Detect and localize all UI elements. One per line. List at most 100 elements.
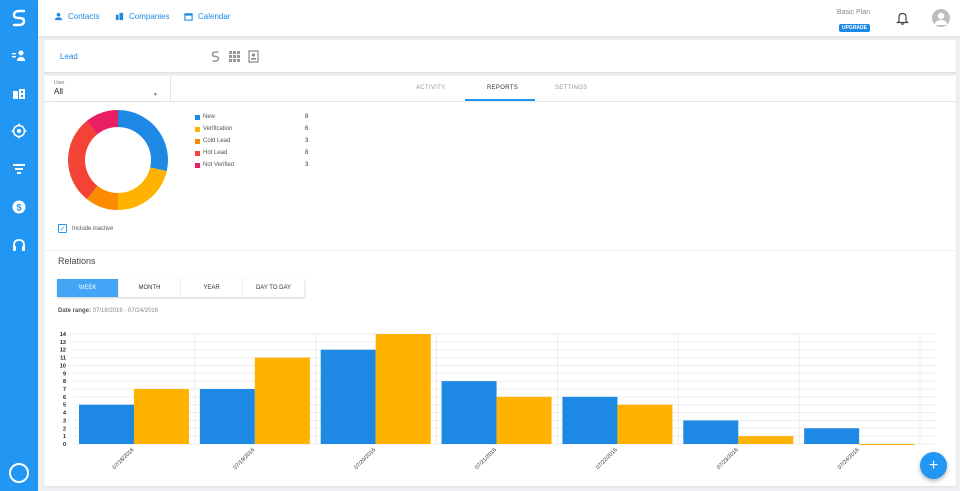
bar [738, 436, 794, 444]
bar [562, 396, 618, 444]
include-inactive[interactable]: ✓ Include inactive [58, 224, 113, 233]
y-tick-label: 11 [60, 356, 66, 362]
tab-settings[interactable]: SETTINGS [555, 85, 587, 91]
nav-companies-label: Companies [129, 12, 170, 21]
legend-swatch [195, 139, 200, 144]
period-year-button[interactable]: YEAR [181, 279, 243, 297]
top-bar: Contacts Companies Calendar Basic Plan U… [38, 0, 960, 36]
legend-count: 6 [305, 126, 309, 132]
bar [79, 404, 134, 444]
x-tick-label: 07/24/2016 [837, 447, 861, 471]
include-inactive-label: Include inactive [72, 225, 114, 232]
y-tick-label: 4 [63, 411, 67, 417]
legend-item: Hot Lead 8 [195, 149, 315, 161]
tab-reports[interactable]: REPORTS [487, 85, 518, 91]
date-range: Date range: 07/18/2016 - 07/24/2016 [58, 308, 158, 314]
x-tick-label: 07/22/2016 [595, 447, 619, 471]
svg-text:$: $ [16, 203, 21, 213]
bar [496, 396, 552, 444]
target-nav-icon[interactable] [11, 123, 27, 139]
legend-label: New [203, 114, 216, 120]
status-legend: New 8 Verification 6 Cold Lead 3 Hot Lead 8 Not … [195, 113, 315, 173]
billing-nav-icon[interactable]: $ [11, 199, 27, 215]
y-tick-label: 14 [60, 332, 67, 338]
upgrade-button[interactable]: UPGRADE [838, 24, 870, 32]
nav-contacts[interactable]: Contacts [54, 12, 100, 21]
grid-view-icon[interactable] [228, 50, 241, 63]
user-select[interactable]: User All ▼ [54, 80, 160, 102]
user-select-value: All [54, 87, 63, 96]
y-tick-label: 6 [63, 395, 66, 401]
bar [375, 334, 431, 444]
help-circle-icon[interactable] [9, 463, 29, 483]
legend-item: Verification 6 [195, 125, 315, 137]
legend-item: New 8 [195, 113, 315, 125]
y-tick-label: 8 [63, 379, 66, 385]
user-select-label: User [54, 80, 65, 86]
app-logo-icon[interactable] [9, 8, 29, 28]
period-month-button[interactable]: MONTH [119, 279, 181, 297]
x-tick-label: 07/18/2016 [112, 447, 136, 471]
bar [683, 420, 739, 444]
bar [254, 357, 310, 444]
date-range-value: 07/18/2016 - 07/24/2016 [92, 308, 159, 314]
companies-nav-icon[interactable] [11, 86, 27, 102]
sidebar: $ [0, 0, 38, 491]
bar [804, 428, 860, 444]
checkmark-icon: ✓ [59, 225, 66, 233]
dropdown-arrow-icon: ▼ [153, 92, 158, 98]
y-tick-label: 10 [60, 363, 66, 369]
active-tab-indicator [465, 99, 535, 101]
user-avatar[interactable] [932, 9, 950, 27]
tab-bar: ACTIVITY REPORTS SETTINGS [44, 76, 956, 102]
donut-slice [118, 110, 168, 172]
notifications-bell-icon[interactable] [896, 11, 909, 25]
legend-count: 8 [305, 150, 309, 156]
filter-nav-icon[interactable] [11, 161, 27, 177]
plan-label: Basic Plan [836, 9, 870, 16]
y-tick-label: 5 [63, 403, 66, 409]
nav-calendar-label: Calendar [198, 12, 231, 21]
relations-title: Relations [58, 256, 96, 266]
reports-panel: ACTIVITY REPORTS SETTINGS User All ▼ New… [44, 76, 956, 486]
nav-companies[interactable]: Companies [115, 12, 169, 21]
y-tick-label: 7 [63, 387, 66, 393]
donut-slice [68, 120, 98, 200]
nav-calendar[interactable]: Calendar [184, 12, 230, 21]
legend-label: Verification [203, 126, 233, 132]
contact-card-icon[interactable] [247, 50, 260, 63]
contacts-icon [54, 12, 63, 21]
x-tick-label: 07/23/2016 [716, 447, 740, 471]
legend-count: 3 [305, 138, 309, 144]
lead-title[interactable]: Lead [60, 52, 78, 61]
tab-activity[interactable]: ACTIVITY [416, 85, 445, 91]
support-nav-icon[interactable] [11, 237, 27, 253]
period-toggle: WEEK MONTH YEAR DAY TO DAY [57, 279, 305, 297]
add-fab-button[interactable]: + [920, 452, 947, 479]
y-tick-label: 2 [63, 426, 66, 432]
lead-header: Lead [44, 40, 956, 72]
filter-divider [170, 76, 171, 102]
y-tick-label: 0 [63, 442, 66, 448]
contacts-nav-icon[interactable] [11, 48, 27, 64]
date-range-label: Date range: [58, 308, 92, 314]
bar [441, 381, 497, 444]
lead-logo-icon[interactable] [209, 50, 222, 63]
x-tick-label: 07/19/2016 [233, 447, 257, 471]
legend-count: 3 [305, 162, 309, 168]
include-inactive-checkbox[interactable]: ✓ [58, 224, 67, 233]
legend-count: 8 [305, 114, 309, 120]
legend-label: Not Verified [203, 162, 235, 168]
relations-bar-chart: 0123456789101112131407/18/2016 07/19/2016… [60, 332, 936, 471]
y-tick-label: 9 [63, 371, 66, 377]
legend-swatch [195, 163, 200, 168]
period-day-to-day-button[interactable]: DAY TO DAY [243, 279, 305, 297]
period-week-button[interactable]: WEEK [57, 279, 119, 297]
bar [134, 389, 189, 444]
y-tick-label: 13 [60, 340, 66, 346]
legend-item: Not Verified 3 [195, 161, 315, 173]
nav-contacts-label: Contacts [68, 12, 100, 21]
y-tick-label: 3 [63, 418, 66, 424]
companies-icon [115, 12, 124, 21]
bar [859, 444, 915, 445]
